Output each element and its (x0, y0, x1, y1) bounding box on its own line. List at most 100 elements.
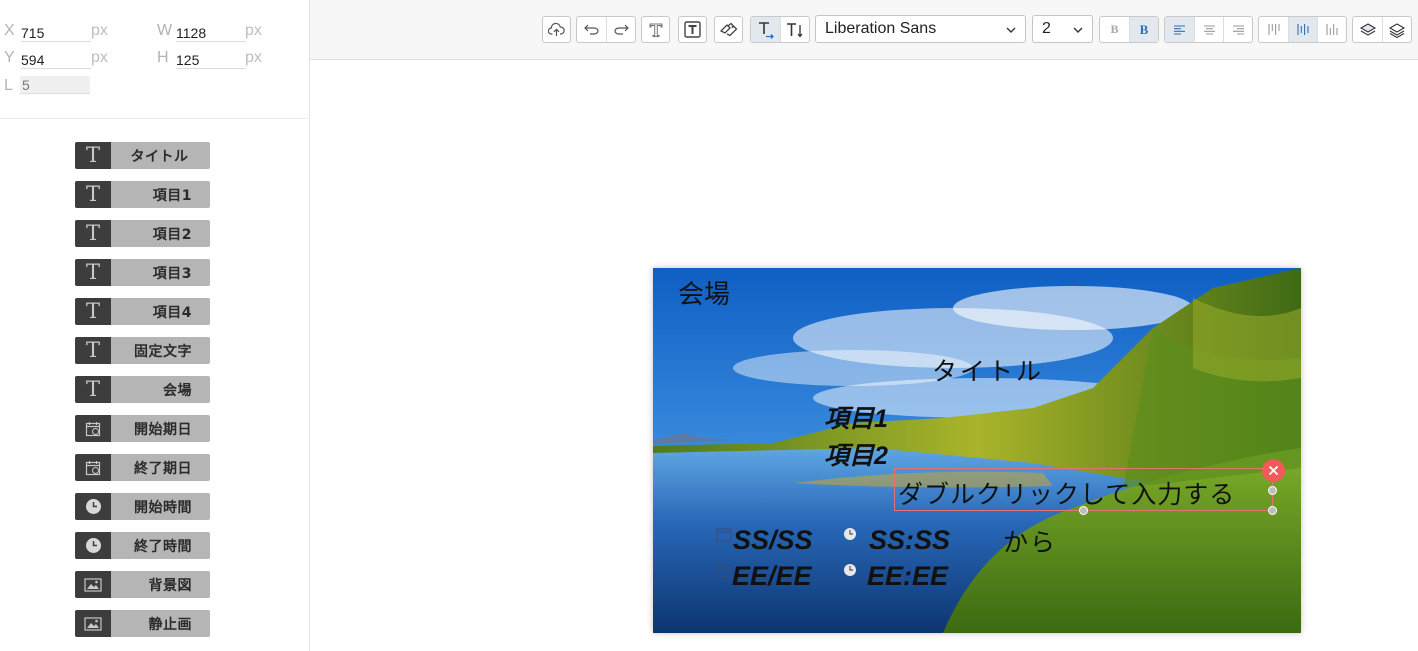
layer-up-icon (1359, 22, 1376, 36)
tool-label: 静止画 (148, 616, 192, 633)
undo-icon (584, 24, 599, 35)
tool-button[interactable]: 終了時間 (75, 532, 210, 559)
tool-label: 項目3 (152, 265, 192, 282)
h-unit: px (245, 49, 262, 66)
tool-button[interactable]: T 項目4 (75, 298, 210, 325)
calendar-icon (716, 528, 732, 542)
text-fill-icon (684, 21, 701, 38)
tool-button[interactable]: 終了期日 (75, 454, 210, 481)
layer-down-button[interactable] (1382, 17, 1411, 42)
undo-button[interactable] (577, 17, 606, 42)
from-text[interactable]: から (1003, 523, 1057, 559)
redo-button[interactable] (606, 17, 635, 42)
tool-label: 項目1 (152, 187, 192, 204)
resize-handle-corner[interactable] (1268, 506, 1277, 515)
x-label: X (4, 22, 15, 39)
tool-button[interactable]: T 会場 (75, 376, 210, 403)
redo-icon (613, 24, 629, 35)
text-direction-horizontal-icon (758, 21, 774, 39)
h-label: H (157, 49, 169, 66)
font-size-select[interactable]: 2 (1032, 15, 1093, 43)
font-family-select[interactable]: Liberation Sans (815, 15, 1026, 43)
text-outline-button[interactable] (641, 16, 670, 43)
text-icon: T (75, 298, 111, 325)
tool-button[interactable]: 背景図 (75, 571, 210, 598)
tool-button[interactable]: 静止画 (75, 610, 210, 637)
tool-label: 開始時間 (134, 499, 192, 516)
valign-top-icon (1267, 24, 1280, 35)
tool-button[interactable]: T 項目2 (75, 220, 210, 247)
valign-group (1258, 16, 1347, 43)
y-input[interactable] (21, 51, 91, 69)
selection-box[interactable] (894, 468, 1273, 511)
text-icon: T (75, 259, 111, 286)
close-icon (1268, 465, 1279, 476)
valign-middle-button[interactable] (1288, 17, 1317, 42)
align-left-icon (1174, 24, 1185, 35)
layer-label: L (4, 77, 13, 94)
text-direction-horizontal-button[interactable] (751, 17, 780, 42)
font-size-value: 2 (1042, 20, 1051, 37)
tool-button[interactable]: 開始期日 (75, 415, 210, 442)
end-date-text[interactable]: EE/EE (732, 561, 812, 592)
align-center-button[interactable] (1194, 17, 1223, 42)
end-time-text[interactable]: EE:EE (867, 561, 948, 592)
valign-middle-icon (1297, 24, 1309, 35)
item2-text[interactable]: 項目2 (824, 436, 888, 472)
coord-row-xw: X px W px (0, 22, 310, 42)
tool-button[interactable]: T 固定文字 (75, 337, 210, 364)
bold-on-button[interactable]: B (1129, 17, 1158, 42)
text-fill-button[interactable] (678, 16, 707, 43)
venue-text[interactable]: 会場 (678, 274, 730, 311)
coord-row-yh: Y px H px (0, 49, 310, 69)
valign-bottom-button[interactable] (1317, 17, 1346, 42)
shape-icon (719, 22, 738, 36)
tool-label: 項目4 (152, 304, 192, 321)
shape-button[interactable] (714, 16, 743, 43)
tool-label: 開始期日 (134, 421, 192, 438)
layer-up-button[interactable] (1353, 17, 1382, 42)
clock-icon (75, 532, 111, 559)
align-right-button[interactable] (1223, 17, 1252, 42)
resize-handle-bottom[interactable] (1079, 506, 1088, 515)
delete-element-button[interactable] (1262, 459, 1285, 482)
start-time-text[interactable]: SS:SS (869, 525, 950, 556)
upload-cloud-button[interactable] (542, 16, 571, 43)
calendar-icon (75, 415, 111, 442)
bold-off-button[interactable]: B (1100, 17, 1129, 42)
start-date-text[interactable]: SS/SS (733, 525, 813, 556)
tool-button[interactable]: T 項目1 (75, 181, 210, 208)
valign-top-button[interactable] (1259, 17, 1288, 42)
tool-label: 終了期日 (134, 460, 192, 477)
text-direction-vertical-button[interactable] (780, 17, 809, 42)
h-input[interactable] (176, 51, 246, 69)
tool-label: 固定文字 (134, 343, 192, 360)
item1-text[interactable]: 項目1 (824, 399, 888, 435)
resize-handle-right[interactable] (1268, 486, 1277, 495)
tool-label: 背景図 (148, 577, 192, 594)
valign-bottom-icon (1326, 24, 1338, 35)
calendar-icon (75, 454, 111, 481)
image-icon (75, 571, 111, 598)
tool-button[interactable]: T 項目3 (75, 259, 210, 286)
layer-group (1352, 16, 1412, 43)
layer-down-icon (1388, 22, 1406, 38)
bold-on-label: B (1139, 21, 1149, 37)
text-icon: T (75, 220, 111, 247)
align-left-button[interactable] (1165, 17, 1194, 42)
text-icon: T (75, 376, 111, 403)
y-label: Y (4, 49, 15, 66)
tool-button[interactable]: T タイトル (75, 142, 210, 169)
upload-cloud-icon (548, 22, 565, 36)
tool-button[interactable]: 開始時間 (75, 493, 210, 520)
x-input[interactable] (21, 24, 91, 42)
toolbar: Liberation Sans 2 B B (310, 0, 1418, 60)
w-input[interactable] (176, 24, 246, 42)
title-text[interactable]: タイトル (932, 352, 1044, 388)
image-icon (75, 610, 111, 637)
layer-input[interactable] (20, 76, 90, 94)
clock-icon (844, 564, 856, 576)
w-unit: px (245, 22, 262, 39)
text-direction-group (750, 16, 810, 43)
font-family-value: Liberation Sans (825, 20, 937, 37)
